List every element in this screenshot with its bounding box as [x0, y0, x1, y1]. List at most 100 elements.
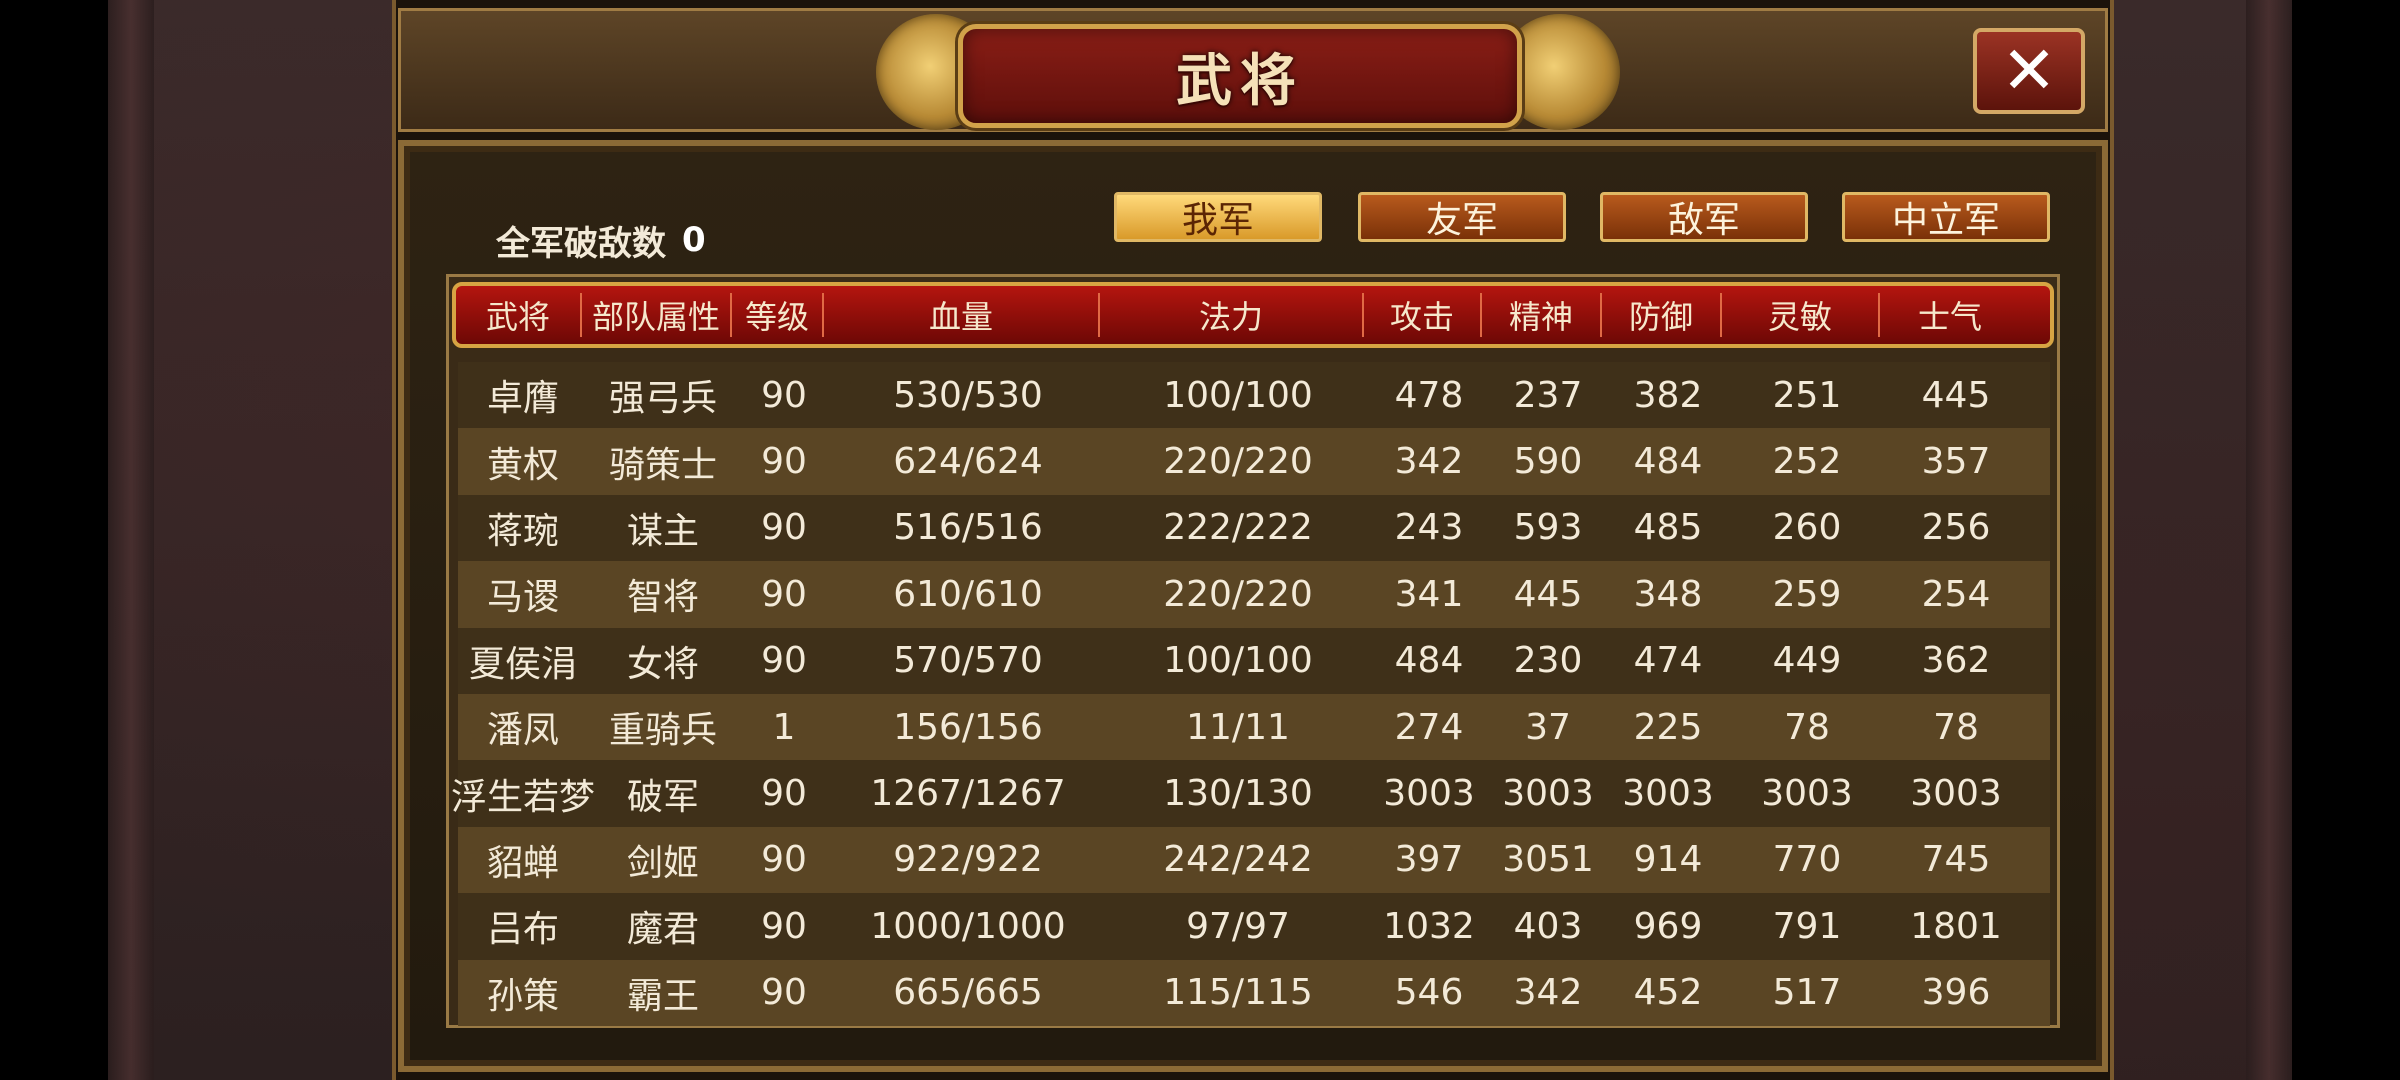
cell-unit-type: 女将 [626, 643, 699, 685]
cell-mp: 242/242 [1163, 839, 1313, 881]
cell-mp: 130/130 [1163, 773, 1313, 815]
cell-mp: 11/11 [1186, 706, 1290, 748]
table-row[interactable]: 黄权 骑策士 90 624/624 220/220 342 590 484 252 357 [458, 428, 2050, 495]
total-kills-value: 0 [682, 220, 706, 260]
cell-hp: 665/665 [893, 972, 1043, 1014]
cell-defense: 484 [1633, 441, 1703, 483]
cell-mp: 222/222 [1163, 507, 1313, 549]
cell-unit-type: 骑策士 [608, 444, 717, 486]
cell-attack: 1032 [1383, 905, 1475, 947]
cell-attack: 341 [1394, 573, 1464, 615]
cell-morale: 445 [1921, 374, 1991, 416]
cell-hp: 610/610 [893, 573, 1043, 615]
table-row[interactable]: 孙策 霸王 90 665/665 115/115 546 342 452 517 396 [458, 959, 2050, 1026]
cell-general-name: 蒋琬 [486, 510, 559, 552]
cell-mp: 115/115 [1163, 972, 1313, 1014]
cell-general-name: 貂蝉 [486, 842, 559, 884]
tab-allied-army[interactable]: 友军 [1358, 192, 1566, 242]
cell-spirit: 342 [1513, 972, 1583, 1014]
header-defense: 防御 [1602, 293, 1722, 337]
header-spirit: 精神 [1482, 293, 1602, 337]
cell-morale: 256 [1921, 507, 1991, 549]
cell-defense: 914 [1633, 839, 1703, 881]
cell-spirit: 3051 [1502, 839, 1594, 881]
header-morale: 士气 [1917, 298, 1982, 336]
cell-level: 90 [761, 839, 807, 881]
cell-attack: 243 [1394, 507, 1464, 549]
cell-hp: 516/516 [893, 507, 1043, 549]
table-header: 武将 部队属性 等级 血量 法力 攻击 精神 防御 灵敏 士气 [452, 282, 2054, 348]
right-decor-strip [2246, 0, 2292, 1080]
cell-agility: 791 [1772, 905, 1842, 947]
cell-agility: 3003 [1761, 773, 1853, 815]
cell-level: 90 [761, 905, 807, 947]
cell-spirit: 445 [1513, 573, 1583, 615]
cell-general-name: 浮生若梦 [451, 776, 596, 818]
tab-enemy-army[interactable]: 敌军 [1600, 192, 1808, 242]
cell-attack: 274 [1394, 706, 1464, 748]
cell-agility: 449 [1772, 640, 1842, 682]
cell-unit-type: 剑姬 [626, 842, 699, 884]
cell-agility: 770 [1772, 839, 1842, 881]
cell-level: 90 [761, 507, 807, 549]
cell-defense: 3003 [1622, 773, 1714, 815]
cell-unit-type: 重骑兵 [608, 710, 717, 752]
close-button[interactable]: ✕ [1973, 28, 2085, 114]
cell-general-name: 黄权 [486, 444, 559, 486]
table-row[interactable]: 潘凤 重骑兵 1 156/156 11/11 274 37 225 78 78 [458, 693, 2050, 761]
cell-morale: 254 [1921, 573, 1991, 615]
cell-agility: 517 [1772, 972, 1842, 1014]
cell-defense: 382 [1633, 374, 1703, 416]
cell-spirit: 593 [1513, 507, 1583, 549]
cell-spirit: 37 [1525, 706, 1571, 748]
cell-level: 90 [761, 374, 807, 416]
cell-hp: 624/624 [893, 441, 1043, 483]
tab-neutral-army[interactable]: 中立军 [1842, 192, 2050, 242]
cell-agility: 252 [1772, 441, 1842, 483]
cell-morale: 362 [1921, 640, 1991, 682]
cell-mp: 220/220 [1163, 441, 1313, 483]
cell-unit-type: 破军 [626, 776, 699, 818]
table-row[interactable]: 马谡 智将 90 610/610 220/220 341 445 348 259 254 [458, 561, 2050, 628]
total-kills-label: 全军破敌数 [496, 223, 666, 264]
cell-morale: 745 [1921, 839, 1991, 881]
page-title: 武将 [1176, 48, 1304, 114]
cell-defense: 969 [1633, 905, 1703, 947]
cell-attack: 478 [1394, 374, 1464, 416]
cell-mp: 97/97 [1186, 905, 1290, 947]
cell-defense: 348 [1633, 573, 1703, 615]
table-row[interactable]: 夏侯涓 女将 90 570/570 100/100 484 230 474 449 362 [458, 627, 2050, 694]
header-level: 等级 [732, 293, 824, 337]
cell-defense: 474 [1633, 640, 1703, 682]
header-attack: 攻击 [1364, 293, 1482, 337]
tab-my-army[interactable]: 我军 [1114, 192, 1322, 242]
cell-level: 90 [761, 640, 807, 682]
cell-mp: 100/100 [1163, 640, 1313, 682]
cell-morale: 78 [1933, 706, 1979, 748]
total-kills: 全军破敌数 0 [496, 212, 706, 268]
table-row[interactable]: 蒋琬 谋主 90 516/516 222/222 243 593 485 260 256 [458, 494, 2050, 562]
cell-spirit: 3003 [1502, 773, 1594, 815]
table-row[interactable]: 卓膺 强弓兵 90 530/530 100/100 478 237 382 251 445 [458, 362, 2050, 429]
cell-hp: 570/570 [893, 640, 1043, 682]
cell-mp: 220/220 [1163, 573, 1313, 615]
cell-general-name: 马谡 [486, 577, 559, 619]
cell-level: 90 [761, 441, 807, 483]
cell-hp: 156/156 [893, 706, 1043, 748]
table-body: 卓膺 强弓兵 90 530/530 100/100 478 237 382 251 445 黄权 骑策… [451, 362, 2050, 1026]
cell-unit-type: 强弓兵 [608, 378, 717, 420]
cell-agility: 260 [1772, 507, 1842, 549]
cell-morale: 357 [1921, 441, 1991, 483]
cell-general-name: 吕布 [486, 909, 559, 951]
cell-agility: 251 [1772, 374, 1842, 416]
close-icon: ✕ [2001, 32, 2057, 109]
table-row[interactable]: 吕布 魔君 90 1000/1000 97/97 1032 403 969 791 1801 [458, 893, 2050, 960]
table-row[interactable]: 浮生若梦 破军 90 1267/1267 130/130 3003 3003 3003 3003… [451, 760, 2050, 827]
cell-unit-type: 谋主 [626, 510, 699, 552]
table-row[interactable]: 貂蝉 剑姬 90 922/922 242/242 397 3051 914 770 745 [458, 826, 2050, 894]
cell-level: 90 [761, 773, 807, 815]
cell-defense: 452 [1633, 972, 1703, 1014]
header-agility: 灵敏 [1722, 293, 1880, 337]
cell-attack: 484 [1394, 640, 1464, 682]
cell-mp: 100/100 [1163, 374, 1313, 416]
